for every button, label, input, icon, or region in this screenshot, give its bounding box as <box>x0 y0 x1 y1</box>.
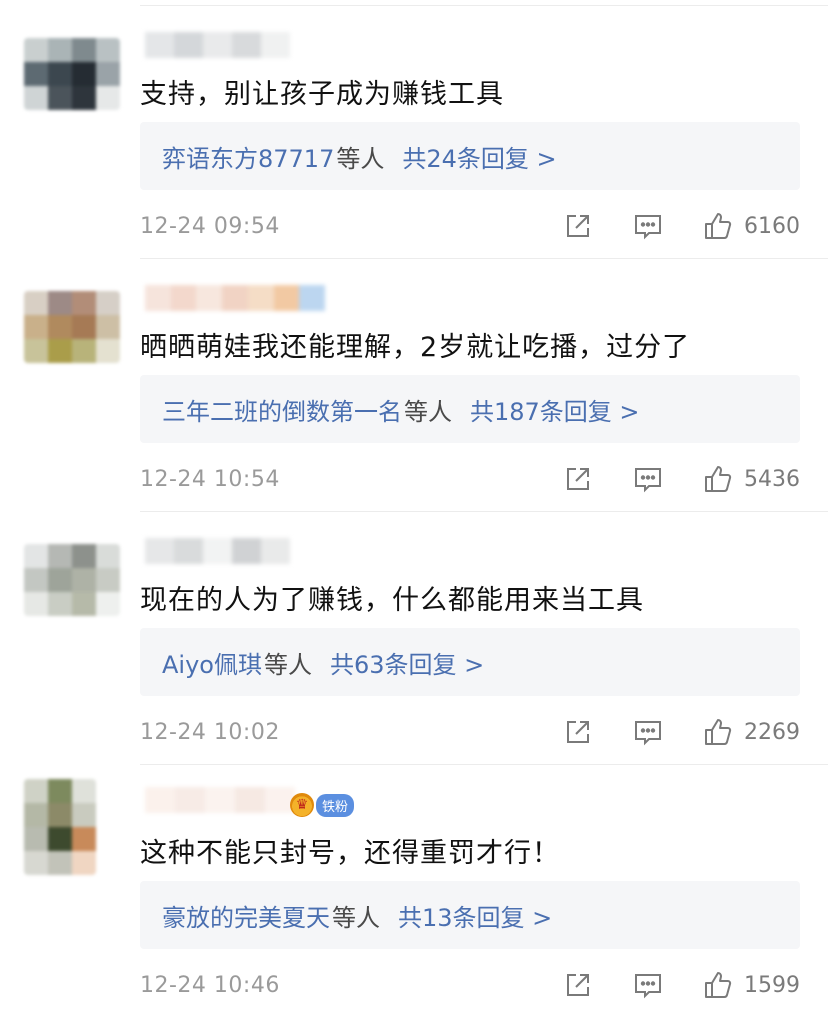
comment-text: 现在的人为了赚钱，什么都能用来当工具 <box>140 585 644 616</box>
timestamp: 12-24 10:02 <box>140 719 280 745</box>
comment-item: 晒晒萌娃我还能理解，2岁就让吃播，过分了 三年二班的倒数第一名 等人 共187条… <box>0 253 828 506</box>
reply-users[interactable]: Aiyo佩琪 <box>162 645 262 680</box>
timestamp: 12-24 09:54 <box>140 213 280 239</box>
divider <box>140 764 828 765</box>
like-count: 2269 <box>744 719 800 745</box>
avatar[interactable] <box>24 291 120 363</box>
like-button[interactable]: 1599 <box>702 969 800 1001</box>
reply-suffix: 等人 <box>332 903 380 932</box>
like-count: 6160 <box>744 213 800 239</box>
fan-badge[interactable]: ♛ 铁粉 <box>290 792 355 818</box>
divider <box>140 5 828 6</box>
comment-item: 支持，别让孩子成为赚钱工具 弈语东方87717 等人 共24条回复 > 12-2… <box>0 0 828 253</box>
comment-icon[interactable] <box>632 210 664 242</box>
timestamp: 12-24 10:46 <box>140 972 280 998</box>
thumbs-up-icon <box>705 466 732 492</box>
reply-total-link[interactable]: 共13条回复 > <box>398 898 552 933</box>
reply-users[interactable]: 三年二班的倒数第一名 <box>162 392 402 427</box>
comment-meta: 12-24 10:02 2269 <box>140 714 800 750</box>
thumbs-up-icon <box>705 213 732 239</box>
reply-suffix: 等人 <box>263 650 312 679</box>
comment-text: 晒晒萌娃我还能理解，2岁就让吃播，过分了 <box>140 332 691 363</box>
replies-preview[interactable]: 弈语东方87717 等人 共24条回复 > <box>140 122 800 190</box>
replies-preview[interactable]: 豪放的完美夏天 等人 共13条回复 > <box>140 881 800 949</box>
share-icon[interactable] <box>562 716 594 748</box>
reply-suffix: 等人 <box>404 397 452 426</box>
replies-preview[interactable]: Aiyo佩琪 等人 共63条回复 > <box>140 628 800 696</box>
thumbs-up-icon <box>705 972 732 998</box>
like-count: 1599 <box>744 972 800 998</box>
action-bar: 2269 <box>562 716 800 748</box>
fan-badge-label: 铁粉 <box>316 793 355 817</box>
like-button[interactable]: 6160 <box>702 210 800 242</box>
username-blurred[interactable] <box>145 32 290 58</box>
share-icon[interactable] <box>562 969 594 1001</box>
like-button[interactable]: 5436 <box>702 463 800 495</box>
comment-icon[interactable] <box>632 969 664 1001</box>
comment-feed: 支持，别让孩子成为赚钱工具 弈语东方87717 等人 共24条回复 > 12-2… <box>0 0 828 1012</box>
username-blurred[interactable] <box>145 787 295 813</box>
reply-total-link[interactable]: 共24条回复 > <box>402 139 556 174</box>
reply-total-link[interactable]: 共63条回复 > <box>330 645 484 680</box>
username-blurred[interactable] <box>145 285 326 311</box>
comment-item: 这种不能只封号，还得重罚才行！ 豪放的完美夏天 等人 共13条回复 > 12-2… <box>0 759 828 1012</box>
replies-preview[interactable]: 三年二班的倒数第一名 等人 共187条回复 > <box>140 375 800 443</box>
action-bar: 1599 <box>562 969 800 1001</box>
action-bar: 5436 <box>562 463 800 495</box>
reply-suffix: 等人 <box>336 144 385 173</box>
avatar[interactable] <box>24 38 120 110</box>
thumbs-up-icon <box>705 719 732 745</box>
divider <box>140 258 828 259</box>
reply-users[interactable]: 豪放的完美夏天 <box>162 898 330 933</box>
action-bar: 6160 <box>562 210 800 242</box>
avatar[interactable] <box>24 544 120 616</box>
username-blurred[interactable] <box>145 538 290 564</box>
comment-text: 支持，别让孩子成为赚钱工具 <box>140 79 504 110</box>
avatar[interactable] <box>24 779 96 875</box>
timestamp: 12-24 10:54 <box>140 466 280 492</box>
comment-icon[interactable] <box>632 716 664 748</box>
reply-total-link[interactable]: 共187条回复 > <box>470 392 640 427</box>
comment-meta: 12-24 10:54 5436 <box>140 461 800 497</box>
comment-icon[interactable] <box>632 463 664 495</box>
crown-icon: ♛ <box>290 793 314 817</box>
divider <box>140 511 828 512</box>
share-icon[interactable] <box>562 463 594 495</box>
comment-item: 现在的人为了赚钱，什么都能用来当工具 Aiyo佩琪 等人 共63条回复 > 12… <box>0 506 828 759</box>
reply-users[interactable]: 弈语东方87717 <box>162 139 334 174</box>
share-icon[interactable] <box>562 210 594 242</box>
like-count: 5436 <box>744 466 800 492</box>
comment-meta: 12-24 10:46 1599 <box>140 967 800 1003</box>
comment-text: 这种不能只封号，还得重罚才行！ <box>140 838 560 869</box>
like-button[interactable]: 2269 <box>702 716 800 748</box>
comment-meta: 12-24 09:54 6160 <box>140 208 800 244</box>
